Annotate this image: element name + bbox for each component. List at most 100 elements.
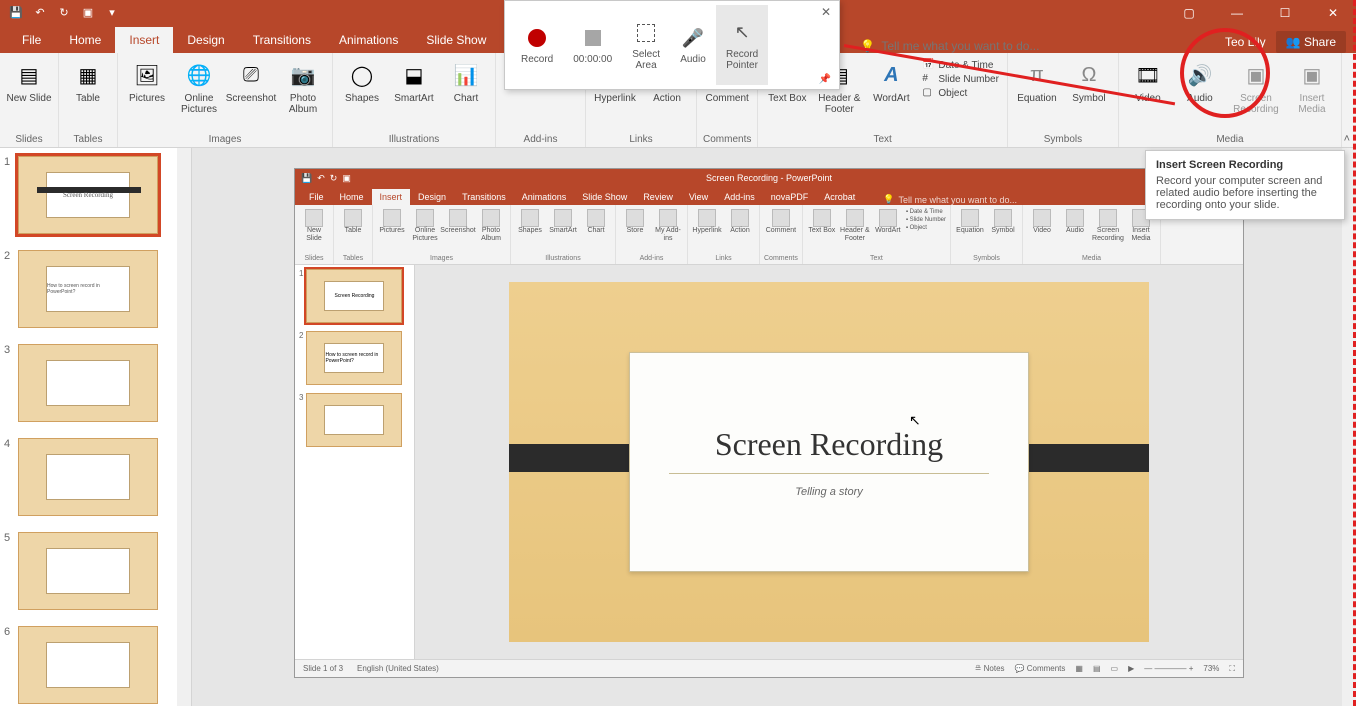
ribbon-display-icon[interactable]: ▢ bbox=[1174, 6, 1204, 20]
select-area-button[interactable]: Select Area bbox=[622, 5, 670, 85]
screenshot-button[interactable]: ⎚Screenshot bbox=[228, 57, 274, 132]
inner-canvas: Screen Recording Telling a story ↖ bbox=[415, 265, 1243, 659]
minimize-icon[interactable]: — bbox=[1222, 6, 1252, 20]
undo-icon[interactable]: ↶ bbox=[32, 5, 48, 21]
tab-animations[interactable]: Animations bbox=[325, 27, 412, 53]
record-panel-pin-icon[interactable]: 📌 bbox=[819, 74, 831, 85]
new-slide-button[interactable]: ▤ New Slide bbox=[6, 57, 52, 132]
inner-ribbon-button: Hyperlink bbox=[692, 207, 722, 255]
quick-access-toolbar: 💾 ↶ ↻ ▣ ▾ bbox=[8, 5, 120, 21]
group-symbols: πEquation ΩSymbol Symbols bbox=[1008, 53, 1119, 147]
microphone-icon: 🎤 bbox=[680, 25, 706, 51]
inner-ribbon-button: Audio bbox=[1060, 207, 1090, 255]
collapse-ribbon-icon[interactable]: ˄ bbox=[1344, 133, 1350, 145]
group-label-media: Media bbox=[1216, 132, 1243, 145]
tab-insert[interactable]: Insert bbox=[115, 27, 173, 53]
shapes-button[interactable]: ◯Shapes bbox=[339, 57, 385, 132]
thumbnail-6[interactable]: 6 bbox=[0, 618, 191, 706]
window-controls: ▢ — ☐ ✕ bbox=[1174, 6, 1348, 20]
inner-ribbon-button: Screenshot bbox=[443, 207, 473, 255]
slide-thumbnails[interactable]: 1 Screen Recording 2 How to screen recor… bbox=[0, 148, 192, 706]
tooltip-body: Record your computer screen and related … bbox=[1156, 175, 1334, 211]
record-pointer-button[interactable]: ↖ Record Pointer bbox=[716, 5, 768, 85]
tab-home[interactable]: Home bbox=[55, 27, 115, 53]
thumbnail-1[interactable]: 1 Screen Recording bbox=[0, 148, 191, 242]
thumbnail-scrollbar[interactable] bbox=[177, 148, 191, 706]
inner-ribbon-button: Comment bbox=[766, 207, 796, 255]
group-label-slides: Slides bbox=[15, 132, 42, 145]
start-from-beginning-icon[interactable]: ▣ bbox=[80, 5, 96, 21]
inner-group: Text BoxHeader & FooterWordArt▪ Date & T… bbox=[803, 205, 951, 264]
inner-start-icon: ▣ bbox=[342, 173, 351, 184]
inner-tab-insert: Insert bbox=[372, 189, 411, 205]
table-button[interactable]: ▦ Table bbox=[65, 57, 111, 132]
inner-group: VideoAudioScreen RecordingInsert MediaMe… bbox=[1023, 205, 1161, 264]
insert-media-button[interactable]: ▣Insert Media bbox=[1289, 57, 1335, 132]
thumbnail-2[interactable]: 2 How to screen record in PowerPoint? bbox=[0, 242, 191, 336]
tab-file[interactable]: File bbox=[8, 27, 55, 53]
tell-me-search[interactable]: 💡 bbox=[860, 39, 1061, 53]
inner-ribbon-button: Store bbox=[620, 207, 650, 255]
qat-dropdown-icon[interactable]: ▾ bbox=[104, 5, 120, 21]
thumbnail-3[interactable]: 3 bbox=[0, 336, 191, 430]
pictures-button[interactable]: 🖼Pictures bbox=[124, 57, 170, 132]
redo-icon[interactable]: ↻ bbox=[56, 5, 72, 21]
object-button[interactable]: ▢Object bbox=[922, 87, 999, 99]
audio-button[interactable]: 🔊Audio bbox=[1177, 57, 1223, 132]
group-label-comments: Comments bbox=[703, 132, 751, 145]
screen-recording-button[interactable]: ▣Screen Recording bbox=[1229, 57, 1283, 132]
inner-ribbon: New SlideSlidesTableTablesPicturesOnline… bbox=[295, 205, 1243, 265]
screen-recording-toolbar: Record 00:00:00 Select Area 🎤 Audio ↖ Re… bbox=[504, 0, 840, 90]
record-dot-icon bbox=[524, 25, 550, 51]
inner-tell-me: 💡Tell me what you want to do... bbox=[883, 194, 1017, 205]
inner-powerpoint-screenshot: 💾 ↶ ↻ ▣ Screen Recording - PowerPoint Fi… bbox=[294, 168, 1244, 678]
user-name[interactable]: Teo Lily bbox=[1225, 35, 1266, 49]
online-pictures-button[interactable]: 🌐Online Pictures bbox=[176, 57, 222, 132]
inner-thumb-3: 3 bbox=[299, 393, 410, 447]
record-panel-close-icon[interactable]: ✕ bbox=[821, 5, 831, 19]
smartart-button[interactable]: ⬓SmartArt bbox=[391, 57, 437, 132]
canvas-vertical-scrollbar[interactable] bbox=[1342, 148, 1356, 706]
inner-thumb-2: 2How to screen record in PowerPoint? bbox=[299, 331, 410, 385]
wordart-button[interactable]: AWordArt bbox=[868, 57, 914, 132]
group-tables: ▦ Table Tables bbox=[59, 53, 118, 147]
video-button[interactable]: 🎞Video bbox=[1125, 57, 1171, 132]
slide-canvas[interactable]: 💾 ↶ ↻ ▣ Screen Recording - PowerPoint Fi… bbox=[192, 148, 1356, 706]
inner-tab-novapdf: novaPDF bbox=[763, 189, 817, 205]
record-button[interactable]: Record bbox=[511, 5, 563, 85]
equation-button[interactable]: πEquation bbox=[1014, 57, 1060, 132]
inner-ribbon-button: Photo Album bbox=[476, 207, 506, 255]
maximize-icon[interactable]: ☐ bbox=[1270, 6, 1300, 20]
inner-tab-animations: Animations bbox=[514, 189, 575, 205]
date-time-button[interactable]: 📅Date & Time bbox=[922, 59, 999, 71]
tell-me-input[interactable] bbox=[881, 39, 1061, 53]
inner-thumb-1: 1Screen Recording bbox=[299, 269, 410, 323]
inner-status-comments: 💬 Comments bbox=[1015, 664, 1066, 674]
inner-tab-review: Review bbox=[635, 189, 681, 205]
share-button[interactable]: 👥 Share bbox=[1276, 31, 1346, 53]
record-audio-button[interactable]: 🎤 Audio bbox=[670, 5, 716, 85]
inner-undo-icon: ↶ bbox=[317, 173, 325, 184]
inner-view-normal-icon: ▦ bbox=[1075, 664, 1083, 674]
inner-status-slide: Slide 1 of 3 bbox=[303, 664, 343, 673]
tab-transitions[interactable]: Transitions bbox=[239, 27, 325, 53]
save-icon[interactable]: 💾 bbox=[8, 5, 24, 21]
slide-number-button[interactable]: #Slide Number bbox=[922, 73, 999, 85]
record-timer: 00:00:00 bbox=[563, 5, 622, 85]
table-icon: ▦ bbox=[72, 59, 104, 91]
inner-ribbon-button: Shapes bbox=[515, 207, 545, 255]
inner-title-bar: 💾 ↶ ↻ ▣ Screen Recording - PowerPoint bbox=[295, 169, 1243, 187]
thumbnail-5[interactable]: 5 bbox=[0, 524, 191, 618]
close-icon[interactable]: ✕ bbox=[1318, 6, 1348, 20]
inner-ribbon-button: Table bbox=[338, 207, 368, 255]
symbol-button[interactable]: ΩSymbol bbox=[1066, 57, 1112, 132]
tab-slide-show[interactable]: Slide Show bbox=[412, 27, 500, 53]
inner-tab-transitions: Transitions bbox=[454, 189, 514, 205]
photo-album-button[interactable]: 📷Photo Album bbox=[280, 57, 326, 132]
thumbnail-4[interactable]: 4 bbox=[0, 430, 191, 524]
inner-save-icon: 💾 bbox=[301, 173, 312, 184]
inner-slide: Screen Recording Telling a story ↖ bbox=[509, 282, 1149, 642]
tab-design[interactable]: Design bbox=[173, 27, 238, 53]
inner-group: HyperlinkActionLinks bbox=[688, 205, 760, 264]
chart-button[interactable]: 📊Chart bbox=[443, 57, 489, 132]
